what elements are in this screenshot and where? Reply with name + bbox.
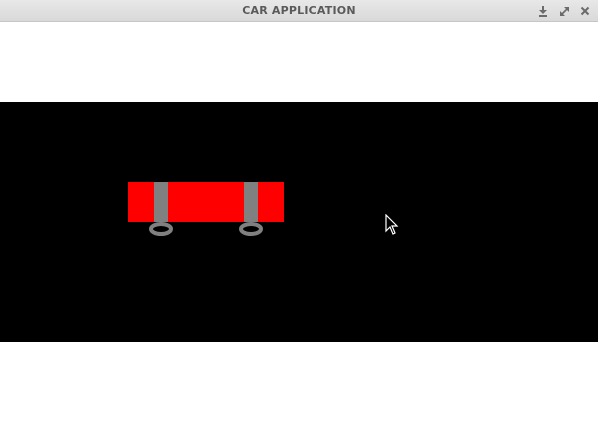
close-button[interactable] [578,4,592,18]
car [128,182,284,236]
maximize-button[interactable] [557,4,571,18]
window-title: CAR APPLICATION [242,4,356,17]
front-axle [154,182,168,222]
expand-icon [559,6,569,16]
front-wheel [149,222,173,236]
app-window: CAR APPLICATION [0,0,598,422]
arrow-pointer-icon [385,214,399,235]
download-arrow-icon [539,5,547,17]
drawing-canvas[interactable] [0,102,598,342]
rear-axle [244,182,258,222]
window-controls [536,0,592,22]
close-icon [580,6,590,16]
title-bar[interactable]: CAR APPLICATION [0,0,598,22]
rear-wheel [239,222,263,236]
car-body [128,182,284,222]
minimize-button[interactable] [536,4,550,18]
